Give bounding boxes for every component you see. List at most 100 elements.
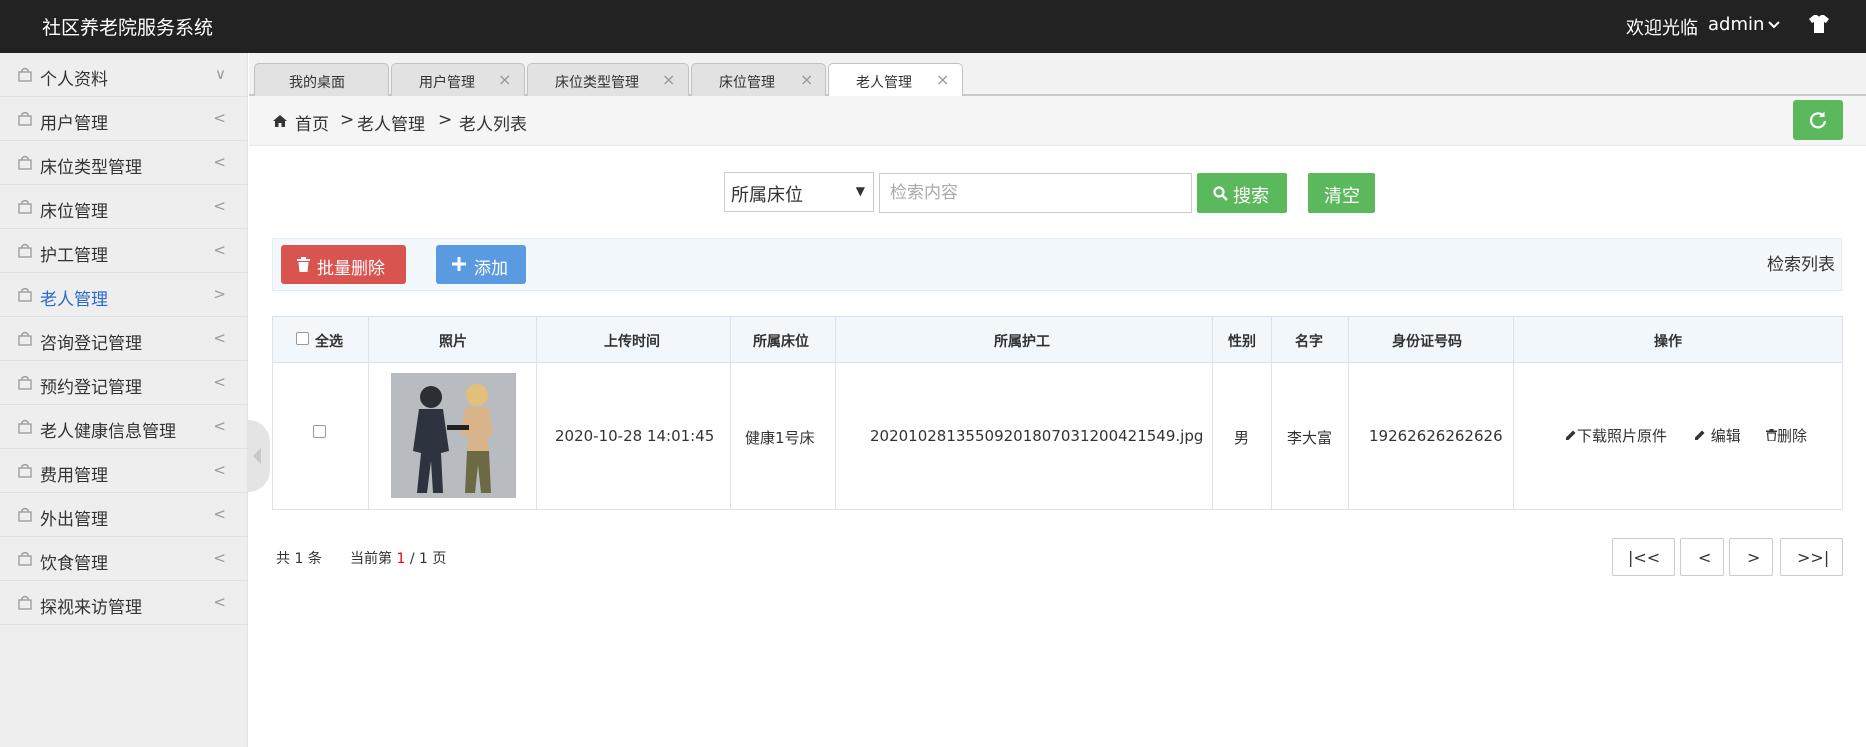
sidebar-item-bed-types[interactable]: 床位类型管理 < bbox=[0, 141, 248, 185]
user-menu[interactable]: admin bbox=[1708, 14, 1764, 35]
column-header-photo: 照片 bbox=[439, 334, 467, 350]
welcome-text: 欢迎光临 bbox=[1626, 18, 1698, 39]
tab-elderly[interactable]: 老人管理 × bbox=[828, 63, 963, 98]
caret-down-icon: ▼ bbox=[855, 184, 865, 198]
column-divider bbox=[1271, 317, 1272, 509]
download-photo-label: 下载照片原件 bbox=[1577, 427, 1668, 445]
search-list-toggle[interactable]: 检索列表 bbox=[1767, 250, 1835, 275]
sidebar-item-profile[interactable]: 个人资料 ∨ bbox=[0, 53, 248, 97]
edit-label: 编辑 bbox=[1710, 427, 1741, 445]
chevron-left-icon: < bbox=[213, 241, 226, 259]
tab-users[interactable]: 用户管理 × bbox=[391, 63, 525, 96]
tab-desktop[interactable]: 我的桌面 bbox=[254, 63, 389, 96]
sidebar-item-label: 费用管理 bbox=[40, 466, 108, 486]
sidebar-item-diet[interactable]: 饮食管理 < bbox=[0, 537, 248, 581]
close-icon[interactable]: × bbox=[498, 70, 511, 89]
clear-button[interactable]: 清空 bbox=[1308, 173, 1375, 213]
bag-icon bbox=[18, 375, 32, 394]
tab-bar: 我的桌面 用户管理 × 床位类型管理 × 床位管理 × 老人管理 × bbox=[249, 53, 1866, 98]
tab-bed-types[interactable]: 床位类型管理 × bbox=[527, 63, 689, 96]
download-photo-link[interactable]: 下载照片原件 bbox=[1565, 425, 1667, 446]
breadcrumb-level1[interactable]: 老人管理 bbox=[357, 110, 425, 135]
sidebar-item-elderly[interactable]: 老人管理 > bbox=[0, 273, 248, 317]
close-icon[interactable]: × bbox=[800, 70, 813, 89]
top-bar: 社区养老院服务系统 欢迎光临 admin bbox=[0, 0, 1866, 53]
tab-label: 用户管理 bbox=[419, 75, 475, 91]
column-header-actions: 操作 bbox=[1654, 334, 1682, 350]
search-input[interactable] bbox=[879, 173, 1192, 213]
sidebar-item-caregivers[interactable]: 护工管理 < bbox=[0, 229, 248, 273]
pager-total-count: 1 bbox=[294, 551, 304, 567]
delete-label: 删除 bbox=[1777, 427, 1808, 445]
tab-label: 老人管理 bbox=[856, 75, 912, 91]
add-label: 添加 bbox=[474, 259, 508, 279]
close-icon[interactable]: × bbox=[662, 70, 675, 89]
pager-current: 当前第 1 / 1 页 bbox=[350, 548, 446, 568]
column-divider bbox=[730, 317, 731, 509]
chevron-left-icon: < bbox=[213, 417, 226, 435]
column-divider bbox=[835, 317, 836, 509]
bag-icon bbox=[18, 463, 32, 482]
sidebar-item-beds[interactable]: 床位管理 < bbox=[0, 185, 248, 229]
tab-beds[interactable]: 床位管理 × bbox=[691, 63, 826, 96]
sidebar-item-label: 用户管理 bbox=[40, 114, 108, 134]
sidebar-item-label: 个人资料 bbox=[40, 70, 108, 90]
filter-field-select[interactable]: 所属床位 ▼ bbox=[724, 172, 874, 212]
sidebar-item-visits[interactable]: 探视来访管理 < bbox=[0, 581, 248, 625]
batch-delete-button[interactable]: 批量删除 bbox=[281, 245, 406, 284]
refresh-button[interactable] bbox=[1793, 100, 1843, 140]
column-header-caregiver: 所属护工 bbox=[994, 334, 1050, 350]
breadcrumb: 首页 > 老人管理 > 老人列表 bbox=[249, 96, 1866, 146]
sidebar-item-users[interactable]: 用户管理 < bbox=[0, 97, 248, 141]
upload-time-cell: 2020-10-28 14:01:45 bbox=[555, 427, 715, 445]
search-icon bbox=[1213, 186, 1228, 201]
chevron-left-icon: < bbox=[213, 109, 226, 127]
sidebar-item-outing[interactable]: 外出管理 < bbox=[0, 493, 248, 537]
breadcrumb-current: 老人列表 bbox=[459, 115, 527, 135]
bag-icon bbox=[18, 551, 32, 570]
sidebar-item-appointment[interactable]: 预约登记管理 < bbox=[0, 361, 248, 405]
pager-current-page: 1 bbox=[396, 551, 406, 567]
trash-icon bbox=[1766, 429, 1777, 442]
sidebar-item-consult[interactable]: 咨询登记管理 < bbox=[0, 317, 248, 361]
column-divider bbox=[1212, 317, 1213, 509]
sidebar-item-label: 预约登记管理 bbox=[40, 378, 142, 398]
pager-pages-suffix: / 1 页 bbox=[409, 551, 447, 567]
plus-icon bbox=[452, 257, 466, 271]
edit-link[interactable]: 编辑 bbox=[1694, 425, 1741, 446]
sidebar-item-fees[interactable]: 费用管理 < bbox=[0, 449, 248, 493]
search-button[interactable]: 搜索 bbox=[1197, 173, 1287, 213]
tab-label: 床位管理 bbox=[719, 75, 775, 91]
sidebar-item-label: 咨询登记管理 bbox=[40, 334, 142, 354]
row-checkbox[interactable] bbox=[313, 425, 326, 438]
breadcrumb-home[interactable]: 首页 bbox=[295, 110, 329, 135]
chevron-down-icon[interactable] bbox=[1768, 16, 1780, 35]
column-header-bed: 所属床位 bbox=[753, 334, 809, 350]
bag-icon bbox=[18, 331, 32, 350]
bag-icon bbox=[18, 67, 32, 86]
next-page-button[interactable]: > bbox=[1729, 538, 1773, 576]
bag-icon bbox=[18, 155, 32, 174]
column-header-select-all[interactable]: 全选 bbox=[315, 331, 343, 351]
action-toolbar: 批量删除 添加 检索列表 bbox=[272, 238, 1842, 291]
bag-icon bbox=[18, 199, 32, 218]
elderly-table: 全选 照片 上传时间 所属床位 所属护工 性别 名字 身份证号码 操作 2020… bbox=[272, 316, 1843, 510]
delete-link[interactable]: 删除 bbox=[1766, 425, 1807, 446]
chevron-left-icon: < bbox=[213, 505, 226, 523]
prev-page-button[interactable]: < bbox=[1680, 538, 1724, 576]
close-icon[interactable]: × bbox=[936, 70, 949, 89]
bag-icon bbox=[18, 419, 32, 438]
first-page-button[interactable]: |<< bbox=[1612, 538, 1675, 576]
column-header-name: 名字 bbox=[1295, 334, 1323, 350]
theme-shirt-icon[interactable] bbox=[1808, 14, 1830, 38]
home-icon bbox=[272, 113, 288, 132]
sidebar-item-health[interactable]: 老人健康信息管理 < bbox=[0, 405, 248, 449]
sidebar-collapse-toggle[interactable] bbox=[248, 420, 270, 492]
sidebar-item-label: 床位管理 bbox=[40, 202, 108, 222]
last-page-button[interactable]: >>| bbox=[1780, 538, 1843, 576]
add-button[interactable]: 添加 bbox=[436, 245, 526, 284]
search-button-label: 搜索 bbox=[1233, 186, 1269, 207]
sidebar-item-label: 护工管理 bbox=[40, 246, 108, 266]
clear-button-label: 清空 bbox=[1324, 186, 1360, 207]
select-all-checkbox[interactable] bbox=[296, 332, 309, 345]
